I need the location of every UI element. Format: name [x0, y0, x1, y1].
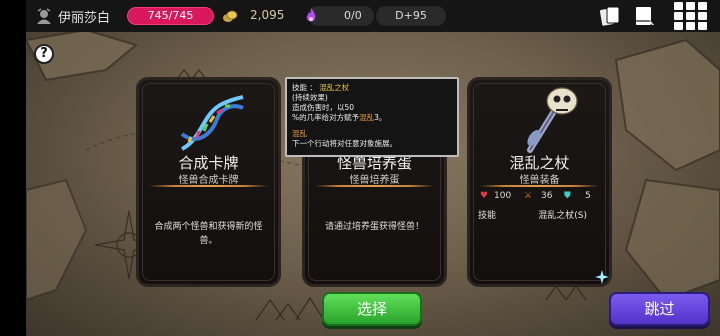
hp-value: 745/745: [147, 9, 194, 22]
card-subtitle: 怪兽培养蛋: [349, 175, 400, 186]
dna-helix-icon: [180, 95, 244, 151]
tooltip-text: 3。: [374, 113, 387, 122]
card-subtitle: 怪兽合成卡牌: [178, 175, 239, 186]
skull-staff-icon: [527, 87, 578, 153]
tooltip-effect-line: 造成伤害时，以50: [292, 103, 355, 112]
game-screen: 伊丽莎白 745/745 2,095 0/0 D+95 ? 合成卡牌 怪兽合成卡…: [0, 0, 720, 336]
day-value: D+95: [395, 9, 427, 22]
attack-stat: 36: [541, 191, 553, 201]
shield-icon: ⛊: [564, 191, 571, 201]
card-divider: [149, 185, 268, 187]
sparkle-icon: [595, 270, 609, 284]
avatar-icon[interactable]: [36, 8, 52, 24]
soul-value: 0/0: [344, 9, 362, 22]
equipment-stats: ♥ 100 ⚔ 36 ⛊ 5: [476, 191, 603, 205]
tooltip-effect-type: (持续效果): [292, 93, 328, 102]
tooltip-skill-name: 技能 ： 混乱之杖: [292, 83, 452, 93]
card-subtitle: 怪兽装备: [519, 175, 560, 186]
reward-card-equipment[interactable]: 混乱之杖 怪兽装备 ♥ 100 ⚔ 36 ⛊ 5 技能 混乱之杖(S): [467, 77, 612, 287]
heart-icon: ♥: [480, 191, 489, 201]
defense-stat: 5: [585, 191, 591, 201]
card-description: 合成两个怪兽和获得新的怪兽。: [154, 222, 263, 246]
card-divider: [480, 185, 599, 187]
gold-amount: 2,095: [250, 8, 285, 22]
card-description: 请通过培养蛋获得怪兽！: [324, 222, 424, 232]
day-counter: D+95: [376, 6, 446, 26]
top-status-bar: 伊丽莎白 745/745 2,095 0/0 D+95: [26, 0, 720, 32]
tooltip-text: %的几率给对方赋予: [292, 113, 360, 122]
tooltip-status-name: 混乱: [292, 129, 452, 139]
soul-flame-icon: [306, 8, 316, 22]
tooltip-skill-title: 混乱之杖: [319, 83, 350, 92]
book-icon[interactable]: [632, 5, 656, 27]
grid-menu-icon[interactable]: [672, 1, 710, 31]
coin-icon: [223, 10, 238, 22]
player-name: 伊丽莎白: [58, 11, 111, 26]
skip-button[interactable]: 跳过: [609, 292, 710, 326]
hp-bar: 745/745: [127, 7, 214, 25]
card-divider: [315, 185, 434, 187]
reward-card-synthesis[interactable]: 合成卡牌 怪兽合成卡牌 合成两个怪兽和获得新的怪兽。: [136, 77, 281, 287]
tooltip-effect-line-2: %的几率给对方赋予混乱3。: [292, 113, 452, 123]
tooltip-keyword: 混乱: [292, 129, 307, 138]
card-title: 混乱之杖: [509, 154, 570, 172]
skill-label: 技能: [478, 211, 497, 221]
tooltip-skill-prefix: 技能 ：: [292, 83, 317, 92]
select-button[interactable]: 选择: [322, 292, 422, 326]
left-letterbox: [0, 0, 26, 336]
tooltip-status-desc: 下一个行动将对任意对象施展。: [292, 139, 397, 148]
skill-value: 混乱之杖(S): [538, 211, 587, 221]
tooltip-keyword: 混乱: [359, 113, 375, 122]
sword-icon: ⚔: [524, 191, 533, 201]
hp-stat: 100: [494, 191, 512, 201]
help-button[interactable]: ?: [34, 44, 54, 64]
card-title: 合成卡牌: [178, 154, 239, 172]
skill-tooltip: 技能 ： 混乱之杖 (持续效果) 造成伤害时，以50 %的几率给对方赋予混乱3。…: [285, 77, 459, 157]
cards-icon[interactable]: [598, 5, 622, 27]
